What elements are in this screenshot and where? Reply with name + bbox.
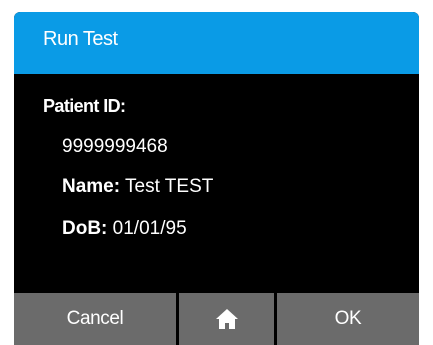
button-bar: Cancel OK — [14, 293, 419, 345]
patient-name-value: Test TEST — [125, 176, 214, 197]
patient-dob-value: 01/01/95 — [112, 218, 187, 239]
patient-id-label: Patient ID: — [43, 96, 126, 116]
run-test-dialog: Run Test Patient ID: 9999999468 Name: Te… — [14, 12, 419, 345]
dialog-title: Run Test — [43, 28, 118, 50]
cancel-button-label: Cancel — [66, 308, 124, 329]
patient-details: Patient ID: 9999999468 Name: Test TEST D… — [14, 74, 419, 293]
patient-id-value: 9999999468 — [62, 136, 168, 157]
patient-name-label: Name: — [62, 176, 121, 197]
cancel-button[interactable]: Cancel — [14, 293, 176, 345]
patient-dob-row: DoB: 01/01/95 — [62, 218, 187, 240]
home-button[interactable] — [179, 293, 274, 345]
title-bar: Run Test — [14, 12, 419, 74]
patient-dob-label: DoB: — [62, 218, 108, 239]
ok-button[interactable]: OK — [277, 293, 419, 345]
home-icon — [215, 308, 239, 330]
patient-name-row: Name: Test TEST — [62, 176, 213, 198]
ok-button-label: OK — [334, 308, 362, 329]
